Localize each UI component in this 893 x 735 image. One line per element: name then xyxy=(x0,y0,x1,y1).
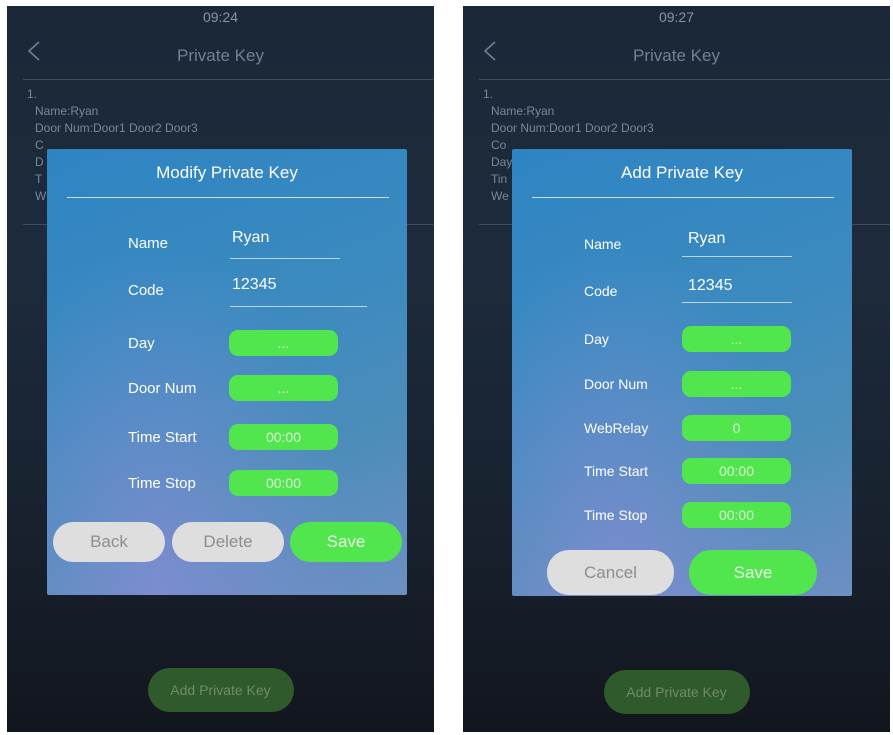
time-stop-label: Time Stop xyxy=(128,475,196,492)
record-index: 1. xyxy=(483,87,494,101)
name-field[interactable]: Ryan xyxy=(688,230,725,248)
header-divider xyxy=(23,79,434,80)
dialog-title-divider xyxy=(67,197,389,198)
day-row: Day ... xyxy=(47,329,407,359)
time-start-row: Time Start 00:00 xyxy=(512,457,852,487)
door-num-row: Door Num ... xyxy=(512,370,852,400)
status-time: 09:24 xyxy=(202,9,239,25)
door-num-row: Door Num ... xyxy=(47,374,407,404)
code-label: Code xyxy=(584,283,618,299)
name-field-underline xyxy=(230,258,340,259)
dialog-title-divider xyxy=(532,197,834,198)
time-start-row: Time Start 00:00 xyxy=(47,423,407,453)
webrelay-label: WebRelay xyxy=(584,420,649,436)
time-start-label: Time Start xyxy=(128,429,197,446)
dialog-title: Add Private Key xyxy=(621,163,743,182)
door-num-label: Door Num xyxy=(584,376,648,392)
modify-private-key-dialog: Modify Private Key Name Ryan Code 12345 … xyxy=(47,149,407,595)
back-button[interactable]: Back xyxy=(53,522,165,562)
page-title: Private Key xyxy=(177,46,264,65)
record-index: 1. xyxy=(27,87,38,101)
day-label: Day xyxy=(128,335,155,352)
name-row: Name Ryan xyxy=(47,229,407,259)
code-field-underline xyxy=(230,306,367,307)
status-time: 09:27 xyxy=(658,9,695,25)
time-stop-row: Time Stop 00:00 xyxy=(512,501,852,531)
webrelay-selector[interactable]: 0 xyxy=(682,415,791,441)
delete-button[interactable]: Delete xyxy=(172,522,284,562)
name-field-underline xyxy=(682,256,792,257)
record-door-num: Door Num:Door1 Door2 Door3 xyxy=(491,121,654,135)
day-selector[interactable]: ... xyxy=(682,326,791,352)
code-label: Code xyxy=(128,282,164,299)
door-num-selector[interactable]: ... xyxy=(682,371,791,397)
save-button[interactable]: Save xyxy=(689,550,817,595)
day-selector[interactable]: ... xyxy=(229,330,338,356)
modify-private-key-screen: 09:24 Private Key 1. Name:Ryan Door Num:… xyxy=(7,6,434,732)
add-private-key-button[interactable]: Add Private Key xyxy=(603,670,750,714)
day-label: Day xyxy=(584,331,609,347)
header-divider xyxy=(479,79,890,80)
time-stop-selector[interactable]: 00:00 xyxy=(682,502,791,528)
record-name: Name:Ryan xyxy=(35,104,99,118)
day-row: Day ... xyxy=(512,325,852,355)
door-num-selector[interactable]: ... xyxy=(229,375,338,401)
page-title: Private Key xyxy=(633,46,720,65)
name-label: Name xyxy=(128,235,169,252)
code-field[interactable]: 12345 xyxy=(232,276,277,294)
name-label: Name xyxy=(584,236,622,252)
cancel-button[interactable]: Cancel xyxy=(547,550,674,595)
name-field[interactable]: Ryan xyxy=(232,229,269,247)
time-stop-row: Time Stop 00:00 xyxy=(47,469,407,499)
add-private-key-screen: 09:27 Private Key 1. Name:Ryan Door Num:… xyxy=(463,6,890,732)
time-start-selector[interactable]: 00:00 xyxy=(682,458,791,484)
save-button[interactable]: Save xyxy=(290,522,402,562)
record-name: Name:Ryan xyxy=(491,104,555,118)
add-private-key-dialog: Add Private Key Name Ryan Code 12345 Day… xyxy=(512,149,852,596)
code-row: Code 12345 xyxy=(512,277,852,307)
time-stop-label: Time Stop xyxy=(584,507,648,523)
time-stop-selector[interactable]: 00:00 xyxy=(229,470,338,496)
dialog-title: Modify Private Key xyxy=(156,163,298,182)
code-field-underline xyxy=(682,302,792,303)
time-start-selector[interactable]: 00:00 xyxy=(229,424,338,450)
code-field[interactable]: 12345 xyxy=(688,277,733,295)
name-row: Name Ryan xyxy=(512,230,852,260)
add-private-key-button[interactable]: Add Private Key xyxy=(147,668,294,712)
webrelay-row: WebRelay 0 xyxy=(512,414,852,444)
code-row: Code 12345 xyxy=(47,276,407,307)
door-num-label: Door Num xyxy=(128,380,197,397)
time-start-label: Time Start xyxy=(584,463,649,479)
record-door-num: Door Num:Door1 Door2 Door3 xyxy=(35,121,198,135)
